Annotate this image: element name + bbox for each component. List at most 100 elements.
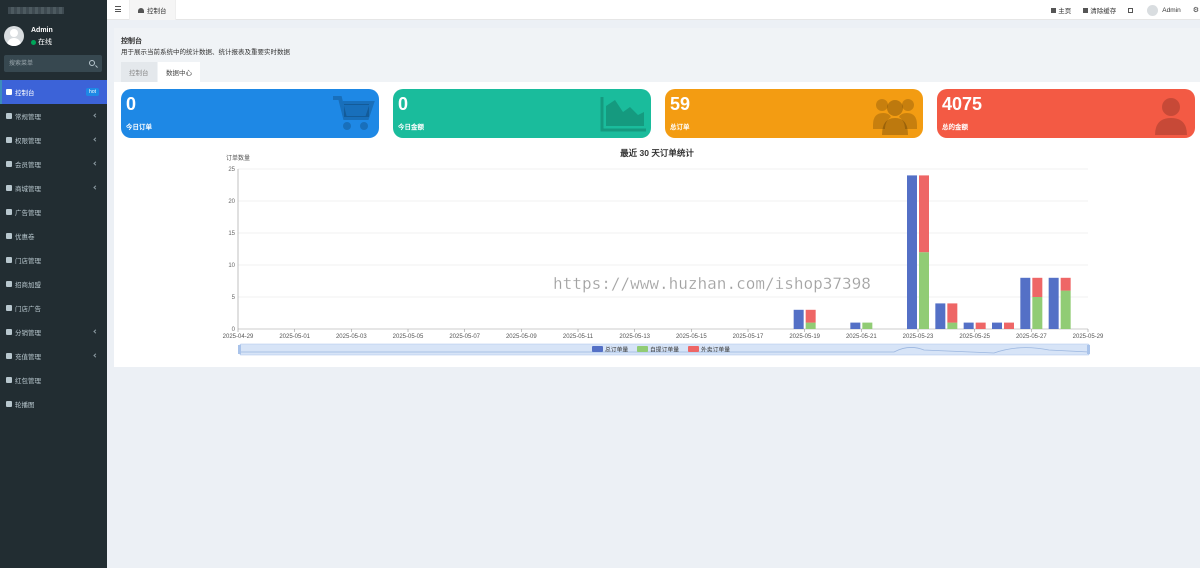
tab-console[interactable]: 控制台 [121, 62, 157, 82]
stat-card-total-orders: 59 总订单 [665, 89, 923, 138]
page-description: 用于展示当前系统中的统计数据、统计报表及重要实时数据 [121, 49, 290, 56]
online-dot-icon [31, 39, 36, 45]
bar-pickup-orders [1032, 297, 1043, 329]
top-right-actions: 主页 清除缓存 Admin ⚙ [1039, 0, 1200, 20]
x-tick-label: 2025-05-17 [733, 334, 764, 340]
search-icon[interactable] [89, 60, 95, 66]
sidebar-item-2[interactable]: 权限管理 [0, 128, 107, 152]
dashboard-icon [6, 89, 12, 95]
x-tick-label: 2025-05-11 [563, 334, 594, 340]
legend-label: 总订单量 [605, 346, 628, 354]
sidebar-item-11[interactable]: 充值管理 [0, 344, 107, 368]
x-tick-label: 2025-05-13 [619, 334, 650, 340]
stat-card-today-amount: 0 今日金额 [393, 89, 651, 138]
sidebar-item-label: 商城管理 [15, 186, 41, 193]
admin-menu[interactable]: Admin [1147, 4, 1181, 16]
cart-icon [333, 96, 375, 130]
user-status: 在线 [31, 37, 52, 47]
y-tick-label: 5 [232, 295, 236, 301]
sidebar-item-label: 控制台 [15, 90, 35, 97]
grid-icon [6, 305, 12, 311]
avatar [4, 26, 24, 46]
sidebar-item-9[interactable]: 门店广告 [0, 296, 107, 320]
sidebar-item-5[interactable]: 广告管理 [0, 200, 107, 224]
y-tick-label: 20 [228, 199, 235, 205]
fullscreen-icon [1128, 7, 1134, 13]
distribution-icon [6, 329, 12, 335]
bookmark-icon [6, 353, 12, 359]
stat-label: 今日金额 [398, 124, 424, 131]
tab-dashboard[interactable]: 控制台 [129, 0, 176, 20]
bar-total-orders [793, 309, 804, 329]
sidebar-item-1[interactable]: 常规管理 [0, 104, 107, 128]
sidebar-item-13[interactable]: 轮播图 [0, 392, 107, 416]
sidebar-item-label: 会员管理 [15, 162, 41, 169]
bar-delivery-orders [1004, 322, 1014, 329]
sidebar-item-label: 充值管理 [15, 354, 41, 361]
content-header: 控制台 用于展示当前系统中的统计数据、统计报表及重要实时数据 控制台 数据中心 [114, 28, 1200, 82]
bar-total-orders [850, 322, 861, 329]
legend-label: 自提订单量 [650, 346, 679, 354]
admin-label: Admin [1162, 6, 1181, 14]
sidebar-item-6[interactable]: 优惠卷 [0, 224, 107, 248]
bar-total-orders [1020, 277, 1031, 329]
chevron-left-icon[interactable] [93, 353, 98, 358]
chevron-left-icon[interactable] [93, 329, 98, 334]
sidebar-menu: 控制台 hot 常规管理权限管理会员管理商城管理广告管理优惠卷门店管理招商加盟门店广… [0, 80, 107, 416]
chevron-left-icon[interactable] [93, 113, 98, 118]
clear-cache-button[interactable]: 清除缓存 [1083, 5, 1116, 15]
sidebar-item-label: 轮播图 [15, 402, 35, 409]
x-tick-label: 2025-05-21 [846, 334, 877, 340]
sidebar-item-12[interactable]: 红包管理 [0, 368, 107, 392]
x-tick-label: 2025-05-05 [393, 334, 424, 340]
x-tick-label: 2025-05-07 [449, 334, 480, 340]
bar-delivery-orders [1060, 277, 1071, 291]
bar-pickup-orders [862, 322, 873, 329]
sidebar-item-label: 红包管理 [15, 378, 41, 385]
bar-delivery-orders [919, 175, 929, 253]
stat-value: 4075 [942, 94, 983, 114]
x-tick-label: 2025-05-15 [676, 334, 707, 340]
bar-pickup-orders [805, 322, 816, 329]
home-link[interactable]: 主页 [1051, 5, 1071, 15]
bar-total-orders [935, 303, 946, 329]
chevron-left-icon[interactable] [93, 185, 98, 190]
legend-swatch [688, 346, 699, 352]
sidebar-item-label: 门店广告 [15, 306, 41, 313]
hot-badge: hot [86, 88, 99, 96]
tab-data-center[interactable]: 数据中心 [158, 62, 200, 82]
chevron-left-icon[interactable] [93, 161, 98, 166]
user-name: Admin [31, 27, 53, 34]
data-zoom-handle-left [238, 345, 241, 354]
sidebar-item-7[interactable]: 门店管理 [0, 248, 107, 272]
bar-total-orders [907, 175, 917, 329]
sidebar-item-4[interactable]: 商城管理 [0, 176, 107, 200]
sidebar-item-label: 权限管理 [15, 138, 41, 145]
settings-button[interactable]: ⚙ [1193, 6, 1199, 14]
sidebar-item-0[interactable]: 控制台 hot [0, 80, 107, 104]
bar-pickup-orders [1060, 290, 1071, 329]
stat-value: 59 [670, 94, 691, 114]
sidebar-item-10[interactable]: 分销管理 [0, 320, 107, 344]
menu-toggle-icon[interactable] [115, 6, 121, 12]
sidebar-item-label: 广告管理 [15, 210, 41, 217]
stat-value: 0 [398, 94, 409, 114]
sidebar-item-label: 优惠卷 [15, 234, 35, 241]
sidebar-logo[interactable] [0, 0, 107, 20]
y-tick-label: 10 [228, 263, 235, 269]
legend-swatch [637, 346, 648, 352]
chevron-left-icon[interactable] [93, 137, 98, 142]
image-icon [6, 401, 12, 407]
home-icon [1051, 7, 1057, 13]
sidebar-item-label: 门店管理 [15, 258, 41, 265]
stat-card-total-amount: 4075 总的金额 [937, 89, 1195, 138]
admin-avatar [1147, 4, 1159, 16]
coupon-icon [6, 233, 12, 239]
y-tick-label: 0 [232, 327, 236, 333]
sidebar-item-3[interactable]: 会员管理 [0, 152, 107, 176]
fullscreen-button[interactable] [1128, 7, 1135, 13]
stat-label: 总的金额 [942, 124, 968, 131]
menu-search-input[interactable] [4, 55, 84, 72]
sidebar-item-8[interactable]: 招商加盟 [0, 272, 107, 296]
stat-label: 今日订单 [126, 124, 152, 131]
